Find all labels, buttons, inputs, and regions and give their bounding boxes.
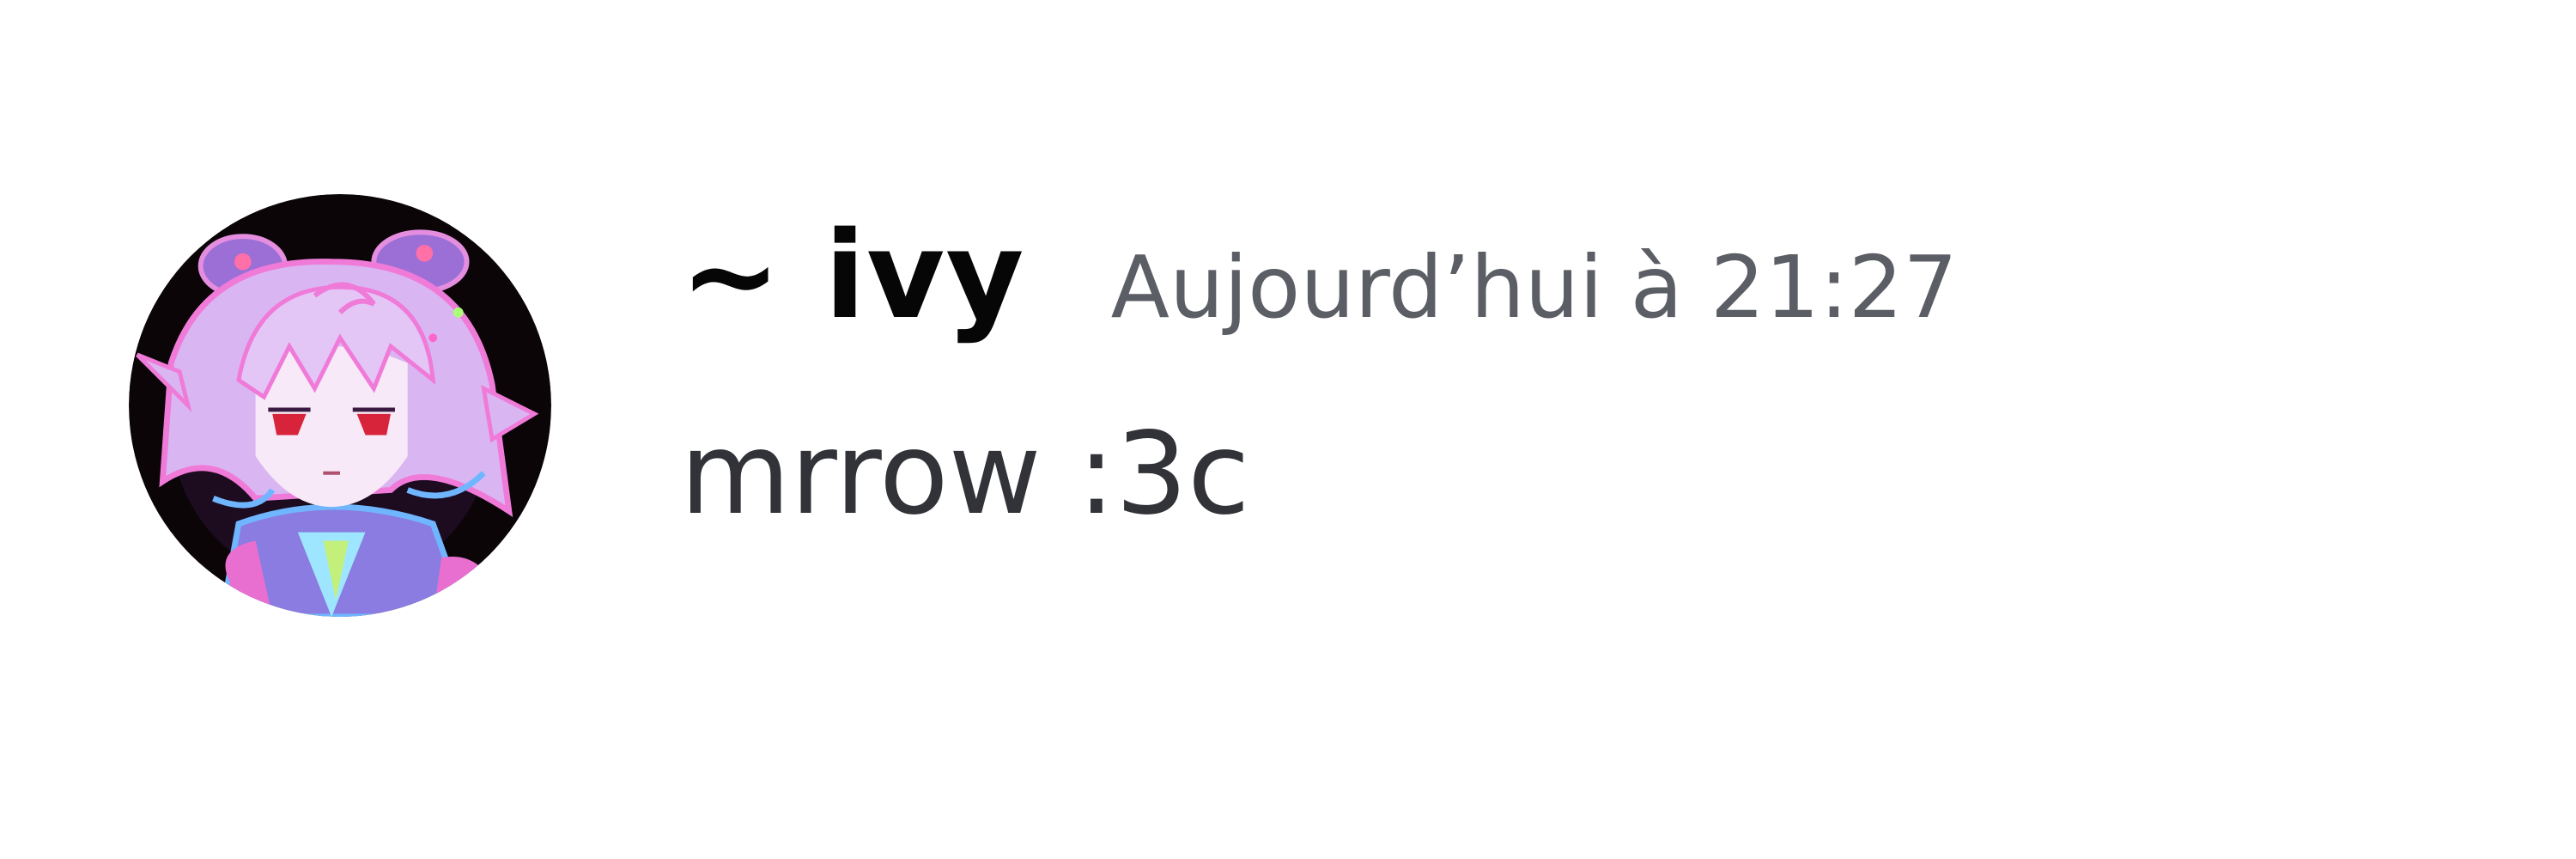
message-timestamp[interactable]: Aujourd’hui à 21:27 <box>1111 237 1958 338</box>
chat-message: ~ ivy Aujourd’hui à 21:27 mrrow :3c <box>0 0 2576 859</box>
message-content: mrrow :3c <box>680 408 1250 540</box>
message-header: ~ ivy Aujourd’hui à 21:27 <box>680 206 1958 352</box>
avatar-image <box>129 194 551 617</box>
username[interactable]: ~ ivy <box>680 206 1025 346</box>
user-avatar[interactable] <box>129 194 551 617</box>
